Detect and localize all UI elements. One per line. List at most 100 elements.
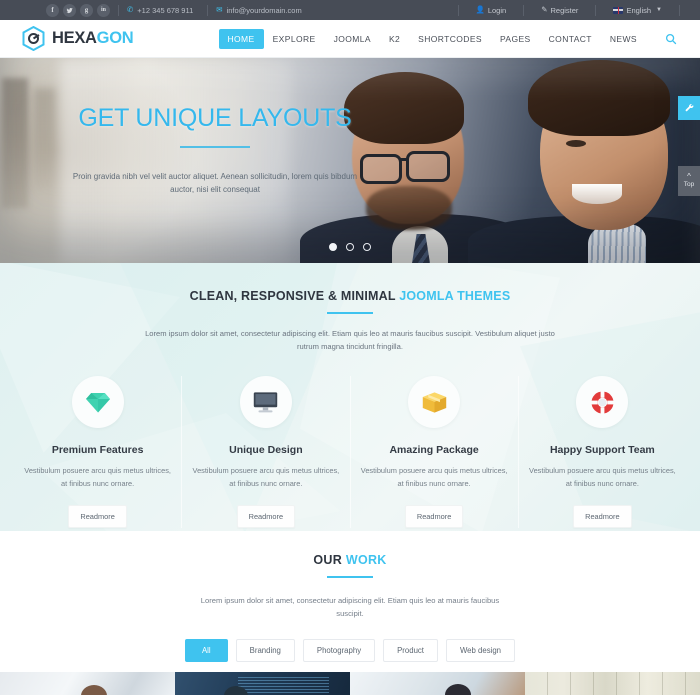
slider-dot-1[interactable] (329, 243, 337, 251)
envelope-icon: ✉ (216, 5, 223, 15)
logo-text: HEXAGON (52, 29, 134, 48)
top-bar-right: 👤 Login ✎ Register English ▼ (450, 4, 689, 16)
filter-branding[interactable]: Branding (235, 638, 295, 662)
divider (207, 4, 209, 16)
nav-item-contact[interactable]: CONTACT (540, 29, 601, 49)
portfolio-grid (0, 672, 700, 695)
work-section: OUR WORK Lorem ipsum dolor sit amet, con… (0, 531, 700, 695)
register-link[interactable]: ✎ Register (532, 6, 587, 15)
feature-text: Vestibulum posuere arcu quis metus ultri… (24, 466, 171, 488)
scroll-top-label: Top (683, 181, 695, 188)
filter-all[interactable]: All (184, 638, 228, 662)
language-label: English (626, 5, 652, 15)
top-bar: f g in ✆ +12 345 678 911 ✉ info@yourdoma… (0, 0, 700, 20)
box-glyph (422, 391, 446, 413)
register-label: Register (550, 5, 579, 15)
nav-item-pages[interactable]: PAGES (491, 29, 540, 49)
feature-title: Unique Design (229, 444, 303, 456)
email-info: ✉ info@yourdomain.com (216, 6, 301, 15)
feature-text: Vestibulum posuere arcu quis metus ultri… (529, 466, 676, 488)
linkedin-icon[interactable]: in (97, 3, 110, 17)
feature-card-premium: Premium Features Vestibulum posuere arcu… (14, 376, 181, 528)
nav-item-explore[interactable]: EXPLORE (264, 29, 325, 49)
logo-text-blue: GON (96, 29, 134, 47)
hero-title: GET UNIQUE LAYOUTS (78, 104, 352, 132)
feature-title: Happy Support Team (549, 444, 655, 456)
social-links: f g in (46, 3, 110, 17)
lifebuoy-glyph (591, 390, 614, 414)
readmore-button[interactable]: Readmore (236, 504, 296, 528)
portfolio-filters: All Branding Photography Product Web des… (0, 638, 700, 662)
phone-icon: ✆ (127, 5, 134, 15)
logo[interactable]: HEXAGON (22, 25, 134, 52)
feature-text: Vestibulum posuere arcu quis metus ultri… (192, 466, 340, 488)
readmore-button[interactable]: Readmore (404, 504, 464, 528)
hero-divider (180, 146, 250, 148)
page-root: f g in ✆ +12 345 678 911 ✉ info@yourdoma… (0, 0, 700, 700)
monitor-glyph (254, 391, 278, 412)
slider-dot-2[interactable] (346, 243, 354, 251)
feature-title: Amazing Package (389, 444, 479, 456)
portfolio-item[interactable] (525, 672, 700, 695)
uk-flag-icon (613, 6, 624, 14)
portfolio-item[interactable] (350, 672, 525, 695)
divider (523, 4, 525, 16)
hexagon-glyph (22, 25, 45, 52)
scroll-to-top-button[interactable]: ^ Top (678, 166, 700, 196)
monitor-icon (239, 376, 292, 428)
login-label: Login (487, 5, 507, 15)
work-divider (327, 576, 373, 579)
features-title-dark: CLEAN, RESPONSIVE & MINIMAL (189, 289, 396, 303)
feature-card-design: Unique Design Vestibulum posuere arcu qu… (181, 376, 349, 528)
diamond-glyph (85, 393, 110, 413)
filter-product[interactable]: Product (383, 638, 438, 662)
twitter-glyph (66, 7, 73, 13)
hero-description: Proin gravida nibh vel velit auctor aliq… (72, 172, 358, 195)
nav-item-shortcodes[interactable]: SHORTCODES (409, 29, 491, 49)
divider (595, 4, 597, 16)
hero-slider: GET UNIQUE LAYOUTS Proin gravida nibh ve… (0, 58, 700, 263)
register-icon: ✎ (541, 5, 548, 15)
readmore-button[interactable]: Readmore (573, 504, 632, 528)
work-title-blue: WORK (345, 553, 387, 567)
slider-dot-3[interactable] (363, 243, 371, 251)
feature-card-package: Amazing Package Vestibulum posuere arcu … (349, 376, 518, 528)
features-title-blue: JOOMLA THEMES (399, 289, 511, 303)
googleplus-icon[interactable]: g (80, 3, 93, 17)
logo-text-dark: HEXA (52, 29, 97, 47)
chevron-up-icon: ^ (687, 172, 691, 181)
divider (457, 4, 459, 16)
readmore-button[interactable]: Readmore (68, 504, 127, 528)
diamond-icon (71, 376, 124, 428)
login-link[interactable]: 👤 Login (467, 6, 516, 15)
chevron-down-icon: ▼ (656, 7, 662, 13)
features-header: CLEAN, RESPONSIVE & MINIMAL JOOMLA THEME… (0, 263, 700, 354)
twitter-icon[interactable] (63, 3, 76, 17)
phone-info: ✆ +12 345 678 911 (127, 6, 193, 15)
nav-item-news[interactable]: NEWS (601, 29, 646, 49)
user-icon: 👤 (475, 5, 485, 15)
filter-photography[interactable]: Photography (302, 638, 376, 662)
main-navigation: HOME EXPLORE JOOMLA K2 SHORTCODES PAGES … (218, 28, 647, 49)
features-subtitle: Lorem ipsum dolor sit amet, consectetur … (145, 329, 555, 352)
work-subtitle: Lorem ipsum dolor sit amet, consectetur … (200, 596, 500, 619)
divider (679, 4, 680, 16)
search-glyph (665, 33, 677, 44)
work-title: OUR WORK (0, 553, 700, 567)
email-address: info@yourdomain.com (226, 5, 302, 15)
language-selector[interactable]: English ▼ (604, 6, 671, 15)
features-title: CLEAN, RESPONSIVE & MINIMAL JOOMLA THEME… (0, 289, 700, 303)
facebook-icon[interactable]: f (46, 3, 59, 17)
hero-copy: GET UNIQUE LAYOUTS Proin gravida nibh ve… (70, 104, 360, 196)
site-header: HEXAGON HOME EXPLORE JOOMLA K2 SHORTCODE… (0, 20, 700, 58)
nav-item-k2[interactable]: K2 (380, 29, 409, 49)
search-icon[interactable] (664, 32, 678, 46)
settings-wrench-button[interactable] (678, 96, 700, 120)
portfolio-item[interactable] (175, 672, 350, 695)
lifebuoy-icon (576, 376, 629, 428)
phone-number: +12 345 678 911 (137, 5, 194, 15)
nav-item-home[interactable]: HOME (218, 28, 264, 49)
nav-item-joomla[interactable]: JOOMLA (325, 29, 380, 49)
portfolio-item[interactable] (0, 672, 175, 695)
filter-webdesign[interactable]: Web design (445, 638, 516, 662)
